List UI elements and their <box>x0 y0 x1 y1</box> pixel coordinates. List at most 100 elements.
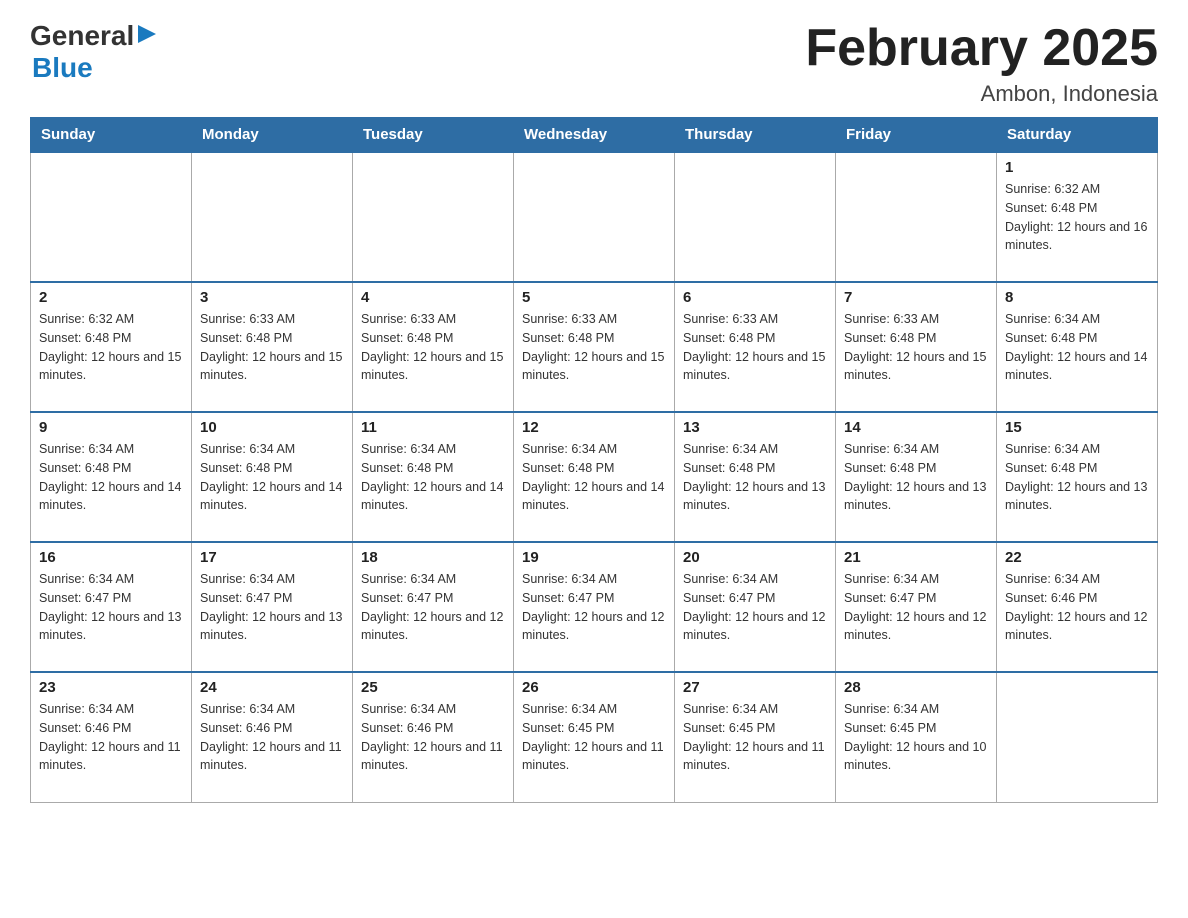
day-info: Sunrise: 6:34 AMSunset: 6:48 PMDaylight:… <box>39 440 183 515</box>
calendar-cell: 12 Sunrise: 6:34 AMSunset: 6:48 PMDayligh… <box>514 412 675 542</box>
calendar-header-row: SundayMondayTuesdayWednesdayThursdayFrid… <box>31 118 1158 153</box>
calendar-cell <box>836 152 997 282</box>
day-number: 19 <box>522 549 666 566</box>
calendar-cell: 23 Sunrise: 6:34 AMSunset: 6:46 PMDayligh… <box>31 672 192 802</box>
calendar-cell: 7 Sunrise: 6:33 AMSunset: 6:48 PMDaylight… <box>836 282 997 412</box>
day-number: 16 <box>39 549 183 566</box>
calendar-cell: 25 Sunrise: 6:34 AMSunset: 6:46 PMDayligh… <box>353 672 514 802</box>
day-info: Sunrise: 6:34 AMSunset: 6:45 PMDaylight:… <box>844 700 988 775</box>
calendar-cell: 26Sunrise: 6:34 AMSunset: 6:45 PMDayligh… <box>514 672 675 802</box>
calendar-cell: 22 Sunrise: 6:34 AMSunset: 6:46 PMDayligh… <box>997 542 1158 672</box>
day-number: 23 <box>39 679 183 696</box>
calendar-cell: 9 Sunrise: 6:34 AMSunset: 6:48 PMDaylight… <box>31 412 192 542</box>
calendar-cell: 27Sunrise: 6:34 AMSunset: 6:45 PMDayligh… <box>675 672 836 802</box>
day-info: Sunrise: 6:33 AMSunset: 6:48 PMDaylight:… <box>844 310 988 385</box>
day-number: 26 <box>522 679 666 696</box>
day-number: 13 <box>683 419 827 436</box>
day-info: Sunrise: 6:34 AMSunset: 6:47 PMDaylight:… <box>844 570 988 645</box>
calendar-cell: 5 Sunrise: 6:33 AMSunset: 6:48 PMDaylight… <box>514 282 675 412</box>
calendar-cell <box>675 152 836 282</box>
calendar-cell: 19 Sunrise: 6:34 AMSunset: 6:47 PMDayligh… <box>514 542 675 672</box>
calendar-cell: 6 Sunrise: 6:33 AMSunset: 6:48 PMDaylight… <box>675 282 836 412</box>
calendar-header-tuesday: Tuesday <box>353 118 514 153</box>
day-info: Sunrise: 6:34 AMSunset: 6:48 PMDaylight:… <box>200 440 344 515</box>
calendar-cell: 24Sunrise: 6:34 AMSunset: 6:46 PMDayligh… <box>192 672 353 802</box>
calendar-week-4: 16 Sunrise: 6:34 AMSunset: 6:47 PMDayligh… <box>31 542 1158 672</box>
calendar-cell: 3 Sunrise: 6:33 AMSunset: 6:48 PMDaylight… <box>192 282 353 412</box>
calendar-cell: 15Sunrise: 6:34 AMSunset: 6:48 PMDayligh… <box>997 412 1158 542</box>
day-number: 10 <box>200 419 344 436</box>
calendar-header-saturday: Saturday <box>997 118 1158 153</box>
day-number: 12 <box>522 419 666 436</box>
day-info: Sunrise: 6:34 AMSunset: 6:48 PMDaylight:… <box>522 440 666 515</box>
day-number: 28 <box>844 679 988 696</box>
logo-arrow-icon <box>136 23 158 45</box>
calendar-cell: 18 Sunrise: 6:34 AMSunset: 6:47 PMDayligh… <box>353 542 514 672</box>
calendar-header-sunday: Sunday <box>31 118 192 153</box>
day-number: 25 <box>361 679 505 696</box>
day-number: 17 <box>200 549 344 566</box>
day-info: Sunrise: 6:34 AMSunset: 6:48 PMDaylight:… <box>683 440 827 515</box>
day-number: 14 <box>844 419 988 436</box>
calendar-cell: 28 Sunrise: 6:34 AMSunset: 6:45 PMDayligh… <box>836 672 997 802</box>
day-info: Sunrise: 6:34 AMSunset: 6:45 PMDaylight:… <box>683 700 827 775</box>
calendar-week-5: 23 Sunrise: 6:34 AMSunset: 6:46 PMDayligh… <box>31 672 1158 802</box>
day-number: 22 <box>1005 549 1149 566</box>
day-info: Sunrise: 6:34 AMSunset: 6:46 PMDaylight:… <box>39 700 183 775</box>
calendar-cell <box>31 152 192 282</box>
logo-general: General <box>30 20 134 52</box>
calendar-header-wednesday: Wednesday <box>514 118 675 153</box>
day-number: 4 <box>361 289 505 306</box>
day-info: Sunrise: 6:33 AMSunset: 6:48 PMDaylight:… <box>522 310 666 385</box>
calendar-week-3: 9 Sunrise: 6:34 AMSunset: 6:48 PMDaylight… <box>31 412 1158 542</box>
calendar-table: SundayMondayTuesdayWednesdayThursdayFrid… <box>30 117 1158 803</box>
day-number: 2 <box>39 289 183 306</box>
day-info: Sunrise: 6:34 AMSunset: 6:46 PMDaylight:… <box>361 700 505 775</box>
calendar-cell: 17 Sunrise: 6:34 AMSunset: 6:47 PMDayligh… <box>192 542 353 672</box>
day-info: Sunrise: 6:32 AMSunset: 6:48 PMDaylight:… <box>39 310 183 385</box>
day-info: Sunrise: 6:34 AMSunset: 6:47 PMDaylight:… <box>361 570 505 645</box>
location-subtitle: Ambon, Indonesia <box>805 81 1158 107</box>
day-info: Sunrise: 6:34 AMSunset: 6:47 PMDaylight:… <box>683 570 827 645</box>
day-number: 11 <box>361 419 505 436</box>
day-info: Sunrise: 6:34 AMSunset: 6:48 PMDaylight:… <box>1005 310 1149 385</box>
day-number: 7 <box>844 289 988 306</box>
page-header: General Blue February 2025 Ambon, Indone… <box>30 20 1158 107</box>
calendar-cell: 20 Sunrise: 6:34 AMSunset: 6:47 PMDayligh… <box>675 542 836 672</box>
day-info: Sunrise: 6:33 AMSunset: 6:48 PMDaylight:… <box>361 310 505 385</box>
main-title: February 2025 <box>805 20 1158 77</box>
day-info: Sunrise: 6:34 AMSunset: 6:46 PMDaylight:… <box>1005 570 1149 645</box>
calendar-cell: 2 Sunrise: 6:32 AMSunset: 6:48 PMDaylight… <box>31 282 192 412</box>
calendar-cell: 13 Sunrise: 6:34 AMSunset: 6:48 PMDayligh… <box>675 412 836 542</box>
day-info: Sunrise: 6:34 AMSunset: 6:48 PMDaylight:… <box>844 440 988 515</box>
calendar-header-friday: Friday <box>836 118 997 153</box>
day-info: Sunrise: 6:33 AMSunset: 6:48 PMDaylight:… <box>200 310 344 385</box>
calendar-cell: 14 Sunrise: 6:34 AMSunset: 6:48 PMDayligh… <box>836 412 997 542</box>
day-info: Sunrise: 6:34 AMSunset: 6:47 PMDaylight:… <box>200 570 344 645</box>
day-info: Sunrise: 6:34 AMSunset: 6:48 PMDaylight:… <box>1005 440 1149 515</box>
day-info: Sunrise: 6:34 AMSunset: 6:47 PMDaylight:… <box>39 570 183 645</box>
calendar-cell: 10 Sunrise: 6:34 AMSunset: 6:48 PMDayligh… <box>192 412 353 542</box>
calendar-header-thursday: Thursday <box>675 118 836 153</box>
day-number: 6 <box>683 289 827 306</box>
day-number: 24 <box>200 679 344 696</box>
day-number: 3 <box>200 289 344 306</box>
day-info: Sunrise: 6:33 AMSunset: 6:48 PMDaylight:… <box>683 310 827 385</box>
day-number: 18 <box>361 549 505 566</box>
calendar-cell: 1Sunrise: 6:32 AMSunset: 6:48 PMDaylight… <box>997 152 1158 282</box>
calendar-cell: 21 Sunrise: 6:34 AMSunset: 6:47 PMDayligh… <box>836 542 997 672</box>
calendar-cell <box>353 152 514 282</box>
day-info: Sunrise: 6:34 AMSunset: 6:48 PMDaylight:… <box>361 440 505 515</box>
calendar-cell <box>192 152 353 282</box>
calendar-week-1: 1Sunrise: 6:32 AMSunset: 6:48 PMDaylight… <box>31 152 1158 282</box>
day-number: 20 <box>683 549 827 566</box>
day-number: 21 <box>844 549 988 566</box>
day-number: 5 <box>522 289 666 306</box>
day-number: 8 <box>1005 289 1149 306</box>
day-number: 9 <box>39 419 183 436</box>
day-info: Sunrise: 6:34 AMSunset: 6:47 PMDaylight:… <box>522 570 666 645</box>
calendar-cell: 16 Sunrise: 6:34 AMSunset: 6:47 PMDayligh… <box>31 542 192 672</box>
calendar-cell: 8 Sunrise: 6:34 AMSunset: 6:48 PMDaylight… <box>997 282 1158 412</box>
title-section: February 2025 Ambon, Indonesia <box>805 20 1158 107</box>
day-number: 1 <box>1005 159 1149 176</box>
